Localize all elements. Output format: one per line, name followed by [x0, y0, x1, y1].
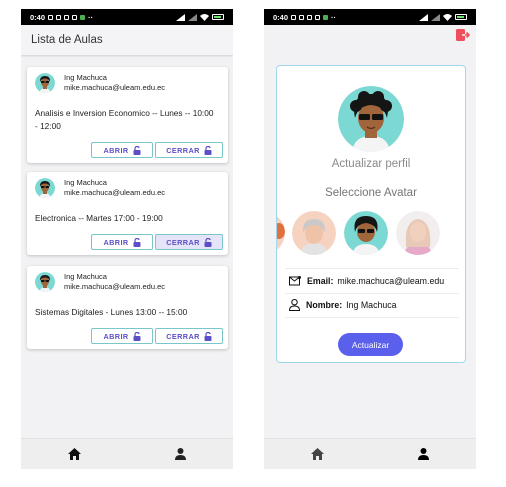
- unlock-icon: [204, 331, 212, 341]
- teacher-name: Ing Machuca: [64, 178, 107, 187]
- close-button[interactable]: CERRAR: [155, 234, 223, 250]
- signal-icon: [431, 13, 440, 21]
- teacher-email: mike.machuca@uleam.edu.ec: [64, 282, 165, 291]
- avatar: [35, 73, 55, 93]
- bottom-nav: [21, 438, 233, 469]
- unlock-icon: [133, 237, 141, 247]
- name-label: Nombre:: [306, 300, 343, 310]
- avatar: [35, 272, 55, 292]
- mail-icon: [289, 276, 301, 286]
- bottom-nav: [264, 438, 476, 469]
- status-bar: 0:40 ··: [264, 9, 476, 25]
- status-dots: ··: [331, 12, 337, 22]
- status-time: 0:40: [273, 12, 289, 22]
- avatar-carousel[interactable]: [277, 209, 465, 257]
- update-button[interactable]: Actualizar: [338, 333, 403, 356]
- signal-icon: [188, 13, 197, 21]
- unlock-icon: [133, 331, 141, 341]
- status-icon: [80, 14, 86, 20]
- close-label: CERRAR: [166, 331, 200, 341]
- open-label: ABRIR: [103, 331, 129, 341]
- course-text: - 12:00: [35, 121, 61, 131]
- battery-icon: [212, 14, 224, 20]
- avatar: [35, 178, 55, 198]
- home-icon[interactable]: [67, 448, 81, 460]
- status-dots: ··: [88, 12, 94, 22]
- course-card: Ing Machuca mike.machuca@uleam.edu.ec El…: [27, 172, 228, 255]
- teacher-email: mike.machuca@uleam.edu.ec: [64, 188, 165, 197]
- teacher-email: mike.machuca@uleam.edu.ec: [64, 83, 165, 92]
- email-field: Email: mike.machuca@uleam.edu: [289, 276, 459, 286]
- course-schedule: Electronica -- Martes 17:00 - 19:00: [27, 212, 228, 225]
- status-icon: [56, 14, 62, 20]
- status-bar: 0:40 ··: [21, 9, 233, 25]
- status-icon: [48, 14, 54, 20]
- course-text: Electronica -- Martes 17:00 - 19:00: [35, 213, 163, 223]
- status-icon: [291, 14, 297, 20]
- divider: [285, 317, 459, 318]
- logout-icon[interactable]: [456, 29, 470, 41]
- open-label: ABRIR: [103, 237, 129, 247]
- unlock-icon: [133, 145, 141, 155]
- page-title: Lista de Aulas: [31, 34, 103, 46]
- battery-icon: [455, 14, 467, 20]
- person-outline-icon: [289, 299, 300, 311]
- wifi-icon: [443, 13, 452, 21]
- close-label: CERRAR: [166, 145, 200, 155]
- email-value: mike.machuca@uleam.edu: [337, 276, 445, 286]
- course-text: Sistemas Digitales - Lunes 13:00 -- 15:0…: [35, 307, 188, 317]
- person-icon[interactable]: [417, 448, 430, 460]
- course-schedule: Sistemas Digitales - Lunes 13:00 -- 15:0…: [27, 306, 228, 319]
- unlock-icon: [204, 145, 212, 155]
- open-button[interactable]: ABRIR: [91, 328, 153, 344]
- unlock-icon: [204, 237, 212, 247]
- status-icon: [72, 14, 78, 20]
- course-card: Ing Machuca mike.machuca@uleam.edu.ec Si…: [27, 266, 228, 349]
- person-icon[interactable]: [174, 448, 187, 460]
- course-text: Analisis e Inversion Economico -- Lunes …: [35, 108, 214, 118]
- divider: [285, 268, 459, 269]
- status-icon: [299, 14, 305, 20]
- open-button[interactable]: ABRIR: [91, 142, 153, 158]
- teacher-info: Ing Machuca mike.machuca@uleam.edu.ec: [27, 67, 228, 93]
- aulas-screen: 0:40 ·· Lista de Aulas Ing Machuca mike.…: [21, 9, 233, 469]
- teacher-name: Ing Machuca: [64, 73, 107, 82]
- profile-card: Actualizar perfil Seleccione Avatar Emai…: [276, 65, 466, 363]
- open-label: ABRIR: [103, 145, 129, 155]
- name-field: Nombre: Ing Machuca: [289, 299, 459, 311]
- profile-screen: 0:40 ·· Actualizar perfil Seleccione Ava…: [264, 9, 476, 469]
- close-label: CERRAR: [166, 237, 200, 247]
- close-button[interactable]: CERRAR: [155, 142, 223, 158]
- signal-icon: [419, 13, 428, 21]
- status-time: 0:40: [30, 12, 46, 22]
- name-value: Ing Machuca: [346, 300, 397, 310]
- teacher-info: Ing Machuca mike.machuca@uleam.edu.ec: [27, 266, 228, 292]
- close-button[interactable]: CERRAR: [155, 328, 223, 344]
- avatar-option[interactable]: [292, 211, 336, 255]
- status-icon: [323, 14, 329, 20]
- select-avatar-label: Seleccione Avatar: [325, 187, 417, 199]
- divider: [285, 293, 459, 294]
- open-button[interactable]: ABRIR: [91, 234, 153, 250]
- status-icon: [315, 14, 321, 20]
- course-card: Ing Machuca mike.machuca@uleam.edu.ec An…: [27, 67, 228, 163]
- status-icon: [64, 14, 70, 20]
- status-icon: [307, 14, 313, 20]
- signal-icon: [176, 13, 185, 21]
- wifi-icon: [200, 13, 209, 21]
- home-icon[interactable]: [310, 448, 324, 460]
- avatar-option[interactable]: [277, 211, 285, 255]
- update-profile-label: Actualizar perfil: [331, 158, 411, 170]
- course-schedule: Analisis e Inversion Economico -- Lunes …: [27, 107, 228, 133]
- teacher-name: Ing Machuca: [64, 272, 107, 281]
- teacher-info: Ing Machuca mike.machuca@uleam.edu.ec: [27, 172, 228, 198]
- email-label: Email:: [307, 276, 334, 286]
- avatar: [338, 86, 404, 152]
- avatar-option[interactable]: [396, 211, 440, 255]
- avatar-option-selected[interactable]: [344, 211, 388, 255]
- app-bar: Lista de Aulas: [21, 25, 233, 55]
